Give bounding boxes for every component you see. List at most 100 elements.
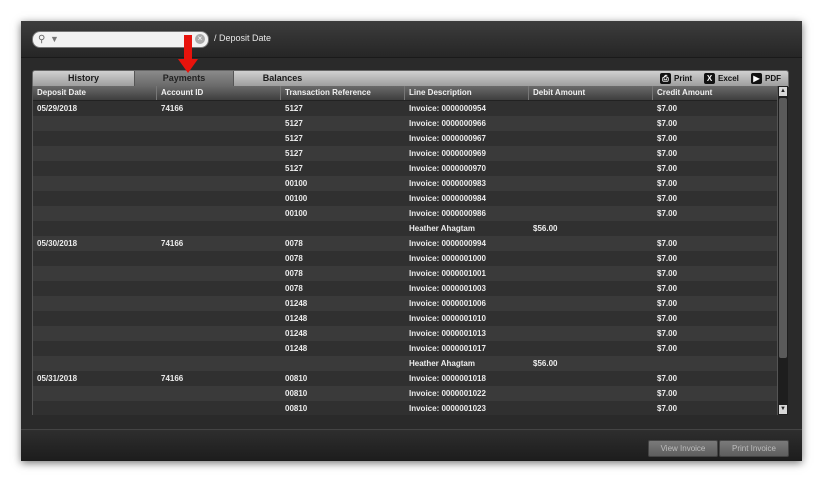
cell-deposit-date bbox=[33, 281, 157, 296]
payments-table: Deposit Date Account ID Transaction Refe… bbox=[32, 86, 777, 415]
cell-transaction-reference: 01248 bbox=[285, 314, 308, 323]
cell-account-id bbox=[157, 176, 281, 191]
cell-debit-amount bbox=[529, 401, 653, 415]
table-row[interactable]: 5127 Invoice: 0000000970 $7.00 bbox=[33, 161, 777, 176]
table-row[interactable]: 05/30/2018 74166 0078 Invoice: 0000000994 $7… bbox=[33, 236, 777, 251]
cell-line-description: Invoice: 0000000970 bbox=[409, 164, 486, 173]
cell-credit-amount: $7.00 bbox=[657, 149, 678, 158]
table-row[interactable]: 5127 Invoice: 0000000969 $7.00 bbox=[33, 146, 777, 161]
table-row[interactable]: 05/31/2018 74166 00810 Invoice: 0000001018 $… bbox=[33, 371, 777, 386]
cell-transaction-reference: 00810 bbox=[285, 389, 308, 398]
cell-credit-amount: $7.00 bbox=[657, 239, 678, 248]
cell-deposit-date bbox=[33, 386, 157, 401]
table-row[interactable]: 05/29/2018 74166 5127 Invoice: 0000000954 $7… bbox=[33, 101, 777, 116]
table-row[interactable]: 00100 Invoice: 0000000984 $7.00 bbox=[33, 191, 777, 206]
col-credit-amount[interactable]: Credit Amount bbox=[653, 86, 777, 100]
excel-icon: X bbox=[704, 73, 715, 85]
table-row[interactable]: 01248 Invoice: 0000001017 $7.00 bbox=[33, 341, 777, 356]
annotation-arrow-icon bbox=[178, 35, 198, 73]
excel-label: Excel bbox=[718, 74, 739, 83]
cell-line-description: Invoice: 0000001023 bbox=[409, 404, 486, 413]
cell-debit-amount bbox=[529, 311, 653, 326]
table-row[interactable]: 00100 Invoice: 0000000983 $7.00 bbox=[33, 176, 777, 191]
cell-transaction-reference: 0078 bbox=[285, 269, 303, 278]
vertical-scrollbar[interactable]: ▲ ▼ bbox=[777, 86, 788, 415]
table-row[interactable]: 00810 Invoice: 0000001023 $7.00 bbox=[33, 401, 777, 415]
print-invoice-button[interactable]: Print Invoice bbox=[719, 440, 789, 457]
cell-line-description: Invoice: 0000000984 bbox=[409, 194, 486, 203]
cell-debit-amount: $56.00 bbox=[533, 224, 558, 233]
cell-credit-amount: $7.00 bbox=[657, 374, 678, 383]
cell-account-id bbox=[157, 401, 281, 415]
cell-transaction-reference: 01248 bbox=[285, 344, 308, 353]
cell-account-id bbox=[157, 311, 281, 326]
cell-transaction-reference: 0078 bbox=[285, 284, 303, 293]
filter-icon[interactable]: ▼ bbox=[50, 32, 59, 47]
cell-line-description: Invoice: 0000001003 bbox=[409, 284, 486, 293]
table-row[interactable]: 01248 Invoice: 0000001006 $7.00 bbox=[33, 296, 777, 311]
search-icon: ⚲ bbox=[38, 34, 46, 45]
cell-line-description: Invoice: 0000001001 bbox=[409, 269, 486, 278]
cell-credit-amount: $7.00 bbox=[657, 314, 678, 323]
cell-debit-amount bbox=[529, 251, 653, 266]
cell-line-description: Heather Ahagtam bbox=[409, 359, 475, 368]
col-deposit-date[interactable]: Deposit Date bbox=[33, 86, 157, 100]
cell-line-description: Invoice: 0000001000 bbox=[409, 254, 486, 263]
cell-account-id bbox=[157, 296, 281, 311]
table-row[interactable]: 0078 Invoice: 0000001003 $7.00 bbox=[33, 281, 777, 296]
cell-transaction-reference: 00810 bbox=[285, 374, 308, 383]
cell-account-id bbox=[157, 341, 281, 356]
cell-deposit-date bbox=[33, 146, 157, 161]
pdf-export-button[interactable]: ▶ PDF bbox=[751, 71, 781, 86]
cell-account-id bbox=[157, 131, 281, 146]
cell-account-id bbox=[157, 161, 281, 176]
cell-deposit-date: 05/31/2018 bbox=[37, 374, 78, 383]
scroll-thumb[interactable] bbox=[779, 98, 787, 358]
cell-transaction-reference: 5127 bbox=[285, 149, 303, 158]
cell-debit-amount bbox=[529, 386, 653, 401]
cell-account-id bbox=[157, 146, 281, 161]
cell-deposit-date bbox=[33, 266, 157, 281]
col-account-id[interactable]: Account ID bbox=[157, 86, 281, 100]
col-transaction-reference[interactable]: Transaction Reference bbox=[281, 86, 405, 100]
cell-account-id bbox=[157, 326, 281, 341]
table-row[interactable]: 00810 Invoice: 0000001022 $7.00 bbox=[33, 386, 777, 401]
cell-transaction-reference: 00100 bbox=[285, 179, 308, 188]
table-row[interactable]: Heather Ahagtam $56.00 bbox=[33, 221, 777, 236]
print-export-button[interactable]: ⎙ Print bbox=[660, 71, 692, 86]
cell-account-id: 74166 bbox=[161, 374, 184, 383]
pdf-label: PDF bbox=[765, 74, 781, 83]
scroll-down-icon[interactable]: ▼ bbox=[779, 405, 787, 414]
cell-line-description: Invoice: 0000000954 bbox=[409, 104, 486, 113]
scroll-up-icon[interactable]: ▲ bbox=[779, 87, 787, 96]
cell-line-description: Invoice: 0000000994 bbox=[409, 239, 486, 248]
cell-deposit-date bbox=[33, 401, 157, 415]
tab-bar: History Payments Balances ⎙ Print X Excel … bbox=[32, 70, 789, 87]
excel-export-button[interactable]: X Excel bbox=[704, 71, 739, 86]
view-invoice-button[interactable]: View Invoice bbox=[648, 440, 718, 457]
cell-debit-amount bbox=[529, 371, 653, 386]
table-row[interactable]: Heather Ahagtam $56.00 bbox=[33, 356, 777, 371]
table-row[interactable]: 5127 Invoice: 0000000966 $7.00 bbox=[33, 116, 777, 131]
table-row[interactable]: 00100 Invoice: 0000000986 $7.00 bbox=[33, 206, 777, 221]
cell-account-id: 74166 bbox=[161, 239, 184, 248]
cell-credit-amount bbox=[653, 221, 777, 236]
cell-transaction-reference: 00810 bbox=[285, 404, 308, 413]
cell-account-id bbox=[157, 356, 281, 371]
table-row[interactable]: 01248 Invoice: 0000001013 $7.00 bbox=[33, 326, 777, 341]
tab-history[interactable]: History bbox=[33, 71, 135, 86]
cell-account-id bbox=[157, 281, 281, 296]
table-row[interactable]: 5127 Invoice: 0000000967 $7.00 bbox=[33, 131, 777, 146]
cell-debit-amount bbox=[529, 206, 653, 221]
cell-transaction-reference bbox=[281, 221, 405, 236]
table-row[interactable]: 01248 Invoice: 0000001010 $7.00 bbox=[33, 311, 777, 326]
table-row[interactable]: 0078 Invoice: 0000001001 $7.00 bbox=[33, 266, 777, 281]
table-row[interactable]: 0078 Invoice: 0000001000 $7.00 bbox=[33, 251, 777, 266]
cell-credit-amount: $7.00 bbox=[657, 254, 678, 263]
cell-credit-amount: $7.00 bbox=[657, 134, 678, 143]
col-line-description[interactable]: Line Description bbox=[405, 86, 529, 100]
printer-icon: ⎙ bbox=[660, 73, 671, 85]
cell-credit-amount: $7.00 bbox=[657, 269, 678, 278]
col-debit-amount[interactable]: Debit Amount bbox=[529, 86, 653, 100]
tab-balances[interactable]: Balances bbox=[234, 71, 331, 86]
